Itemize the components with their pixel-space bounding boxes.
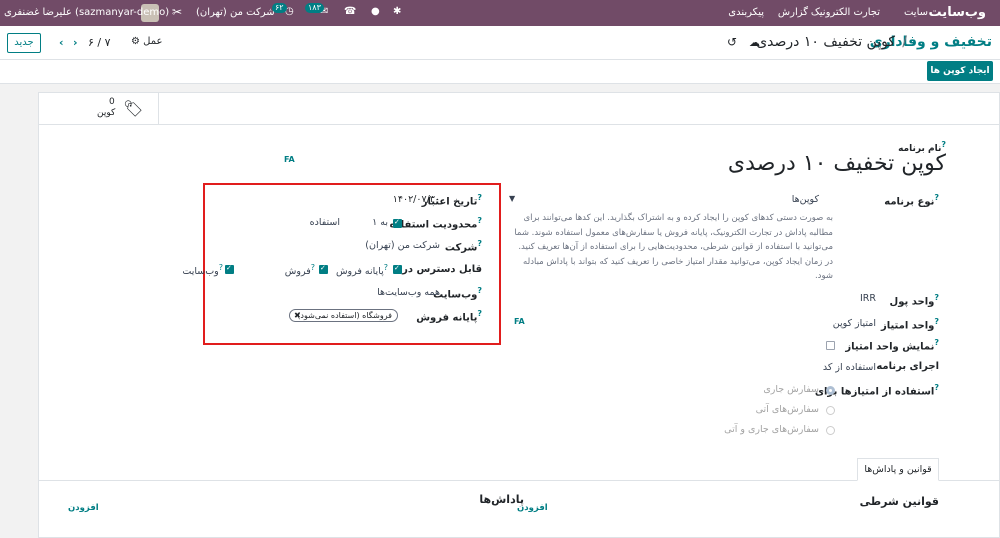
apply-program-label: اجرای برنامه xyxy=(876,361,939,372)
app-brand[interactable]: وب‌سایت xyxy=(929,5,986,20)
pos-tag[interactable]: فروشگاه (استفاده نمی‌شود) xyxy=(289,309,398,322)
radio-current-order[interactable] xyxy=(826,386,835,395)
website-value[interactable]: همه وب‌سایت‌ها xyxy=(377,287,440,298)
available-on-label: قابل دسترس در xyxy=(402,264,482,275)
website-label: وب‌سایت? xyxy=(433,286,482,301)
currency-label: واحد پول? xyxy=(889,293,939,308)
points-unit-label: واحد امتیاز? xyxy=(880,317,939,332)
limit-usage-label: محدودیت استفاده? xyxy=(389,216,482,231)
program-type-label: نوع برنامه? xyxy=(884,193,939,208)
help-icon[interactable]: ● xyxy=(371,6,380,17)
message-count-badge: ۱۸۳ xyxy=(305,3,324,13)
coupons-smart-button[interactable]: 🏷 0 کوپن xyxy=(39,93,159,125)
form-sheet: 🏷 0 کوپن نام برنامه? کوپن تخفیف ۱۰ درصدی… xyxy=(38,92,1000,538)
radio-future-orders[interactable] xyxy=(826,406,835,415)
currency-value[interactable]: IRR xyxy=(860,293,876,304)
control-panel: جدید ‹ › ۶ / ۷ ⚙ عمل تخفیف و وفاداری / ک… xyxy=(0,26,1000,60)
cloud-upload-icon[interactable]: ☁ xyxy=(749,36,760,49)
breadcrumb-separator: / xyxy=(902,34,907,50)
menu-report[interactable]: گزارش xyxy=(778,7,808,18)
tags-icon: 🏷 xyxy=(123,99,144,118)
generate-coupons-button[interactable]: ایجاد کوپن ها xyxy=(927,61,993,81)
radio-current-future-orders-label: سفارش‌های جاری و آتی xyxy=(724,424,819,435)
radio-future-orders-label: سفارش‌های آتی xyxy=(755,404,819,415)
program-type-value[interactable]: کوپن‌ها xyxy=(792,194,819,205)
pager-prev-icon[interactable]: ‹ xyxy=(59,36,64,49)
menu-config[interactable]: پیکربندی xyxy=(728,7,764,18)
action-menu[interactable]: ⚙ عمل xyxy=(131,36,162,47)
pos-label: پایانه فروش? xyxy=(416,309,482,324)
limit-usage-checkbox[interactable] xyxy=(393,218,402,228)
pager-next-icon[interactable]: › xyxy=(73,36,78,49)
breadcrumb-current: کوپن تخفیف ۱۰ درصدی xyxy=(756,34,895,50)
debug-icon[interactable]: ✱ xyxy=(393,6,401,17)
program-type-help: به صورت دستی کدهای کوپن را ایجاد کرده و … xyxy=(514,213,833,281)
program-name-value[interactable]: کوپن تخفیف ۱۰ درصدی xyxy=(728,151,946,176)
points-unit-value[interactable]: امتیاز کوپن xyxy=(833,318,876,329)
chevron-down-icon[interactable]: ▼ xyxy=(509,194,515,203)
top-navbar: وب‌سایت سایت تجارت الکترونیک گزارش پیکرب… xyxy=(0,0,1000,26)
show-points-unit-label: نمایش واحد امتیاز? xyxy=(845,338,939,353)
radio-current-order-label: سفارش جاری xyxy=(763,384,819,395)
gear-icon: ⚙ xyxy=(131,36,140,47)
rewards-title: پاداش‌ها xyxy=(479,493,524,506)
button-box: 🏷 0 کوپن xyxy=(39,93,999,125)
company-label: شرکت? xyxy=(444,239,482,254)
menu-ecommerce[interactable]: تجارت الکترونیک xyxy=(811,7,880,18)
limit-usage-unit: استفاده xyxy=(309,217,340,228)
show-points-unit-checkbox[interactable] xyxy=(826,341,835,350)
available-pos-checkbox[interactable] xyxy=(393,264,402,274)
remove-tag-icon[interactable]: ✖ xyxy=(294,311,301,320)
available-pos-label: پایانه فروش? xyxy=(335,263,388,278)
company-switcher[interactable]: شرکت من (تهران) xyxy=(196,7,275,18)
tools-icon[interactable]: ✂ xyxy=(172,5,182,19)
tab-rules-rewards[interactable]: قوانین و پاداش‌ها xyxy=(857,458,939,481)
company-value[interactable]: شرکت من (تهران) xyxy=(365,240,440,251)
help-icon[interactable]: ? xyxy=(941,140,946,149)
user-name[interactable]: علیرضا غضنفری (sazmanyar-demo) xyxy=(4,7,169,18)
action-label: عمل xyxy=(143,36,163,47)
limit-usage-to[interactable]: به ۱ xyxy=(372,217,388,228)
add-reward-link[interactable]: افزودن xyxy=(68,503,99,513)
pos-tag-label: فروشگاه (استفاده نمی‌شود) xyxy=(297,311,392,320)
available-sales-label: فروش? xyxy=(284,263,315,278)
coupon-count-label: کوپن xyxy=(97,108,116,118)
lang-tag[interactable]: FA xyxy=(284,155,295,164)
pager-value[interactable]: ۶ / ۷ xyxy=(88,36,111,49)
validity-value[interactable]: ۱۴۰۲/۰۷/۳۰ xyxy=(393,194,440,205)
available-website-checkbox[interactable] xyxy=(225,264,234,274)
apply-program-value[interactable]: استفاده از کد xyxy=(823,362,876,373)
coupon-count: 0 xyxy=(109,97,115,107)
menu-site[interactable]: سایت xyxy=(904,7,928,18)
discard-icon[interactable]: ↺ xyxy=(727,35,737,49)
lang-tag-2[interactable]: FA xyxy=(514,317,525,326)
action-bar: ایجاد کوپن ها xyxy=(0,60,1000,84)
radio-current-future-orders[interactable] xyxy=(826,426,835,435)
phone-icon[interactable]: ☎ xyxy=(344,6,356,17)
new-button[interactable]: جدید xyxy=(7,33,41,53)
available-sales-checkbox[interactable] xyxy=(319,264,328,274)
tabs-divider xyxy=(39,480,999,481)
conditional-rules-title: قوانین شرطی xyxy=(859,495,939,508)
available-website-label: وب‌سایت? xyxy=(182,263,223,278)
